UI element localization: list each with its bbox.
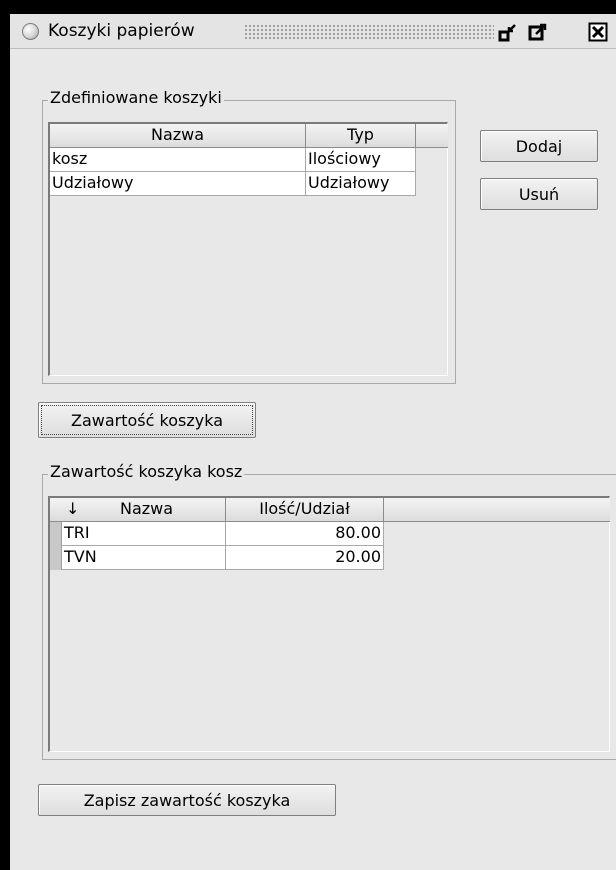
baskets-window: Koszyki papierów Zdefiniowane koszyki Na… [0,0,616,870]
table-row-value[interactable]: 20.00 [226,546,384,570]
window-circle-icon[interactable] [22,23,39,40]
table-row-type[interactable]: Ilościowy [306,148,416,172]
table-row-type[interactable]: Udziałowy [306,172,416,196]
row-header[interactable] [50,522,62,546]
column-header-name[interactable]: Nazwa [50,124,306,148]
minimize-icon[interactable] [498,22,518,42]
table-row-name[interactable]: Udziałowy [50,172,306,196]
window-title: Koszyki papierów [48,21,195,41]
column-header-name-label: Nazwa [120,499,174,518]
column-header-name[interactable]: ↓ Nazwa [50,498,226,522]
defined-baskets-table[interactable]: Nazwa Typ kosz Ilościowy Udziałowy Udzia… [48,122,448,376]
title-bar[interactable]: Koszyki papierów [10,14,616,49]
column-header-type[interactable]: Typ [306,124,416,148]
row-header[interactable] [50,546,62,570]
column-header-filler [384,498,610,522]
column-header-quantity[interactable]: Ilość/Udział [226,498,384,522]
save-contents-button[interactable]: Zapisz zawartość koszyka [38,784,336,816]
column-header-filler [416,124,448,148]
table-row-value[interactable]: 80.00 [226,522,384,546]
table-row-name[interactable]: TVN [62,546,226,570]
show-contents-button[interactable]: Zawartość koszyka [38,402,256,438]
title-grip[interactable] [244,24,494,40]
table-row-name[interactable]: kosz [50,148,306,172]
add-basket-button[interactable]: Dodaj [480,130,598,162]
sort-arrow-icon: ↓ [66,499,80,518]
basket-contents-legend: Zawartość koszyka kosz [48,462,245,481]
remove-basket-button[interactable]: Usuń [480,178,598,210]
close-icon[interactable] [588,22,608,42]
basket-contents-table[interactable]: ↓ Nazwa Ilość/Udział TRI 80.00 TVN 20.00 [48,496,610,752]
table-row-name[interactable]: TRI [62,522,226,546]
defined-baskets-legend: Zdefiniowane koszyki [48,88,224,107]
maximize-icon[interactable] [528,22,548,42]
